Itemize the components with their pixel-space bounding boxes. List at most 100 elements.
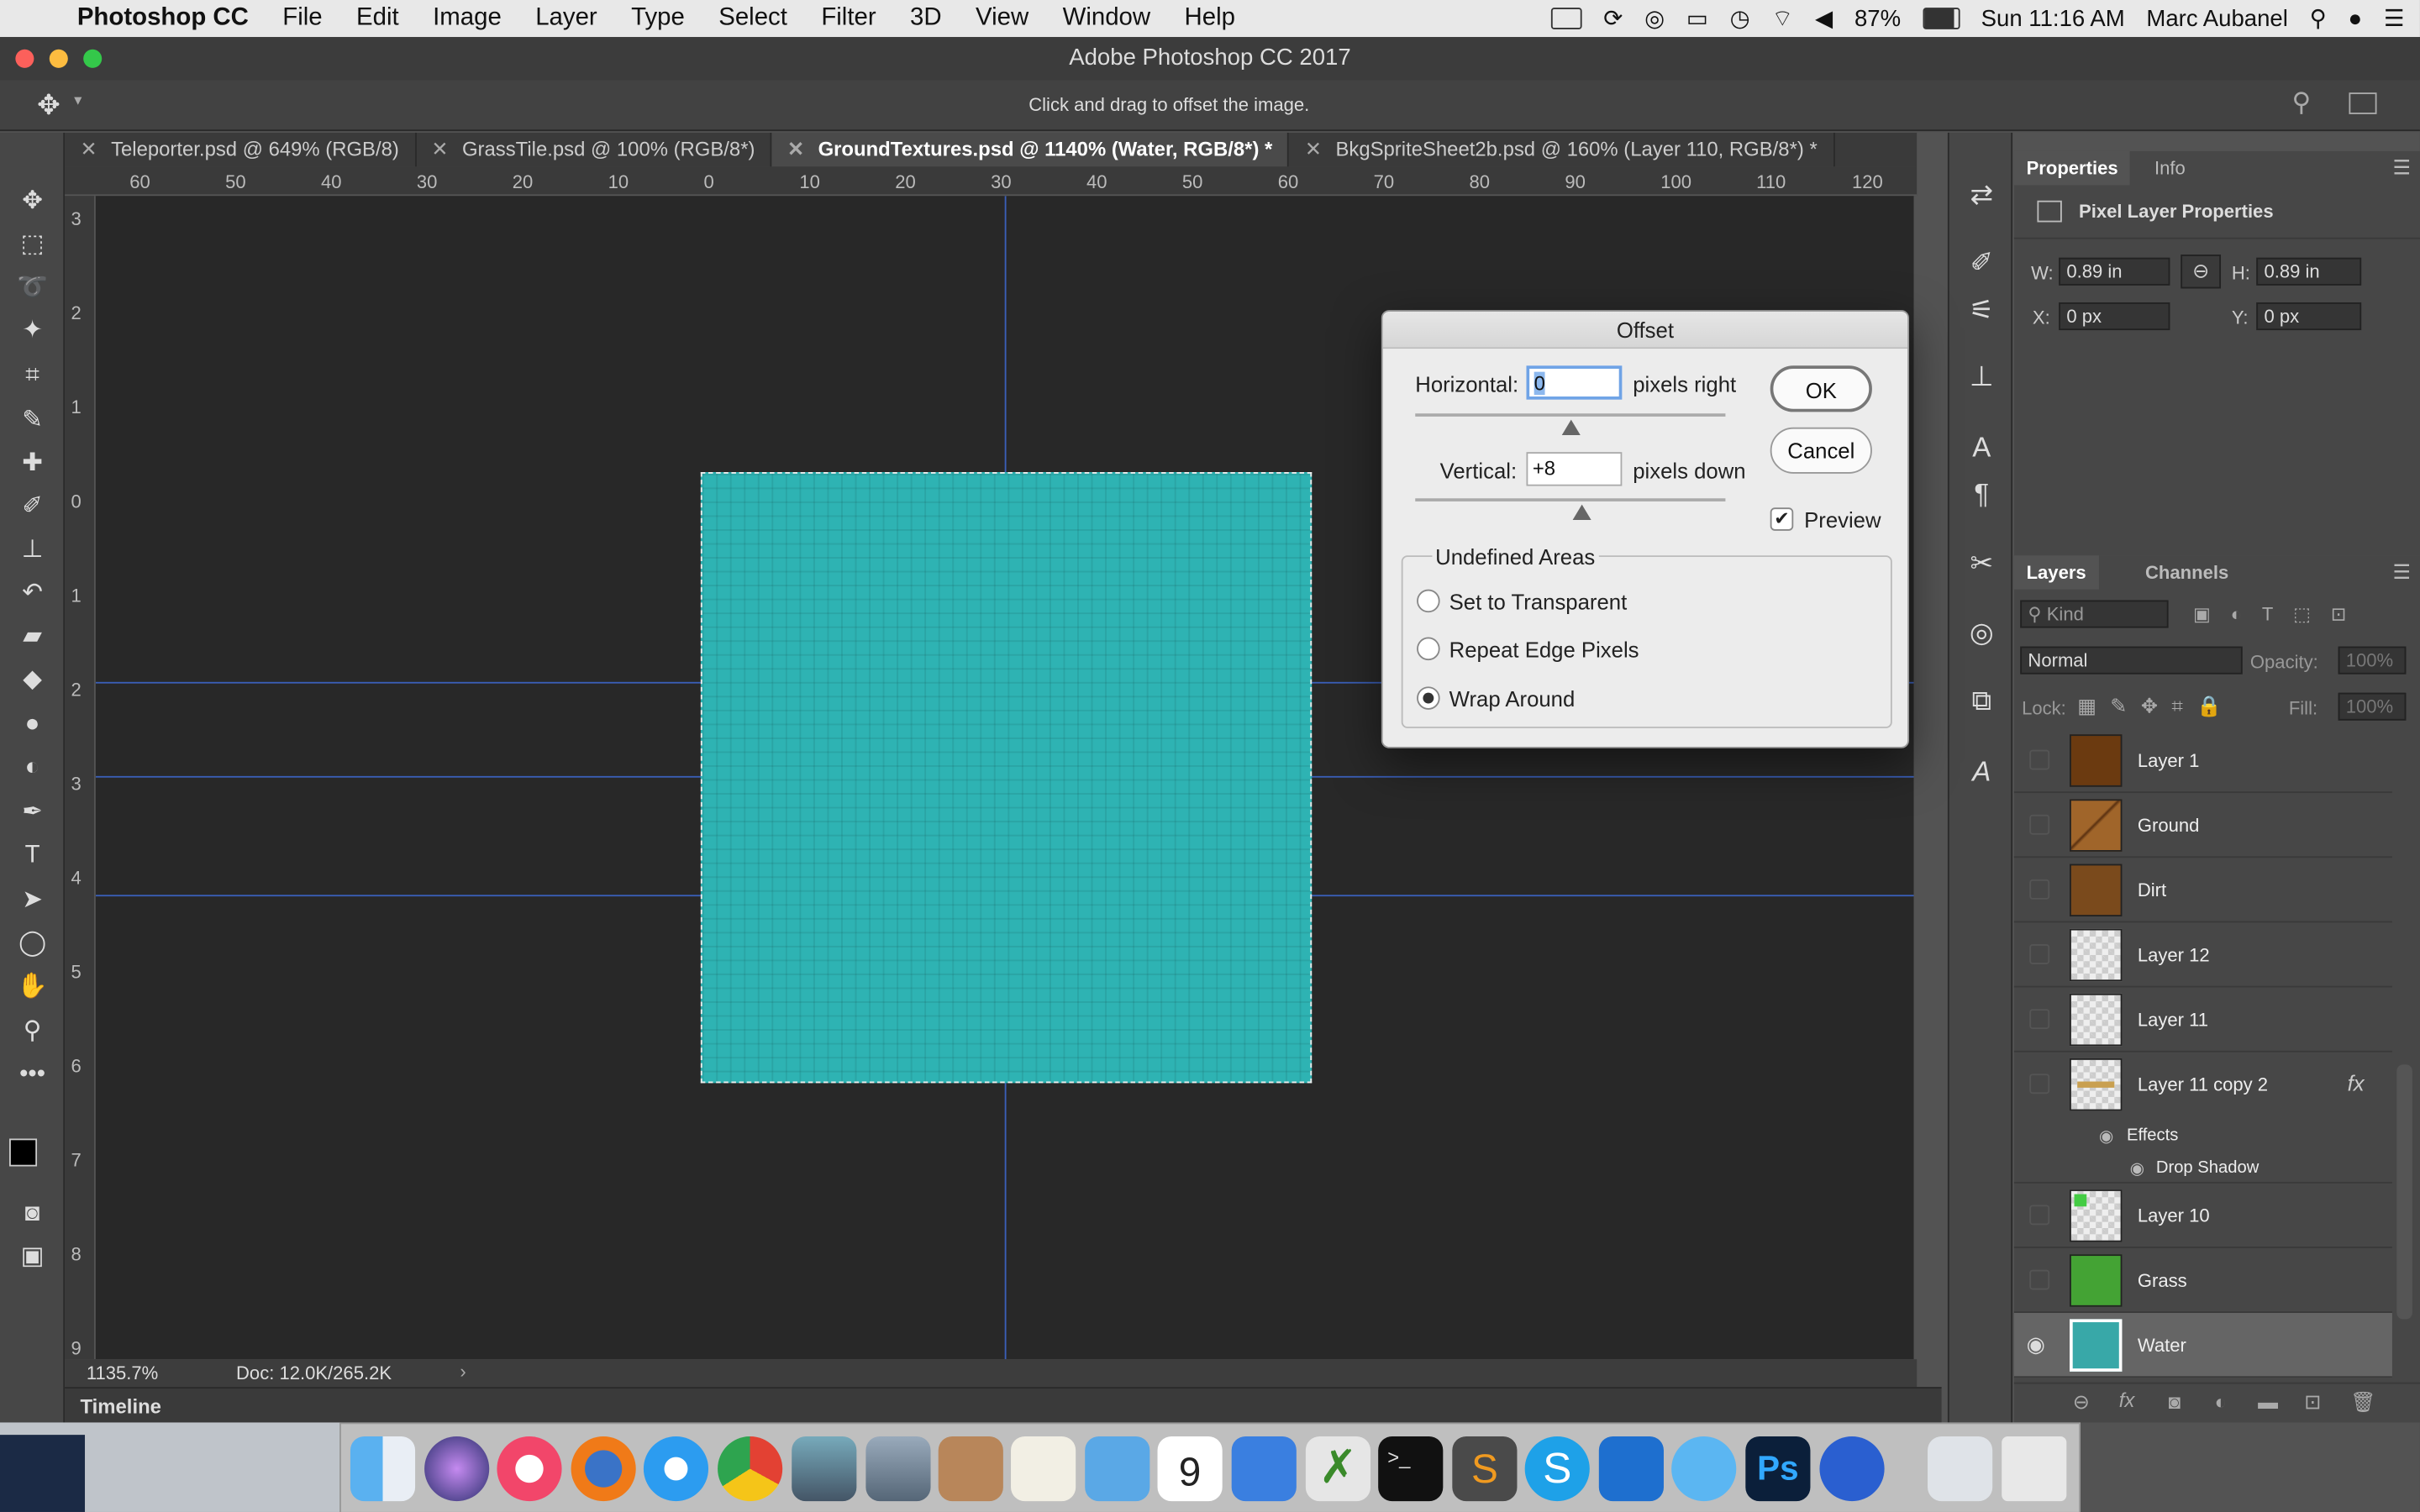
eyedropper-tool-icon[interactable]: ✎ — [14, 404, 51, 438]
quick-mask-icon[interactable]: ◙ — [14, 1197, 51, 1231]
battery-icon[interactable] — [1922, 8, 1960, 29]
sublime-text-icon[interactable]: S — [1452, 1436, 1518, 1502]
adjustments-icon[interactable]: ⧉ — [1963, 682, 2000, 719]
brush-settings-icon[interactable]: ✐ — [1963, 244, 2000, 281]
eye-icon[interactable]: ◉ — [2130, 1158, 2145, 1179]
tool-presets-icon[interactable]: ✂ — [1963, 544, 2000, 581]
vertical-input[interactable]: +8 — [1526, 452, 1623, 486]
magic-wand-tool-icon[interactable]: ✦ — [14, 315, 51, 349]
visibility-toggle[interactable] — [2029, 879, 2050, 900]
menu-edit[interactable]: Edit — [356, 5, 399, 33]
paint-bucket-tool-icon[interactable]: ◆ — [14, 664, 51, 697]
keepassx-icon[interactable]: ✗ — [1305, 1436, 1370, 1502]
fx-badge[interactable]: fx — [2348, 1071, 2365, 1095]
eye-icon[interactable]: ◉ — [2099, 1126, 2114, 1147]
siri-icon[interactable] — [424, 1436, 490, 1502]
clone-stamp-tool-icon[interactable]: ⊥ — [14, 533, 51, 567]
wifi-icon[interactable]: ⌔ — [1771, 4, 1793, 34]
lock-icons[interactable]: ▦✎✥⌗🔒 — [2077, 695, 2235, 719]
adjustment-layer-icon[interactable]: ◐ — [2215, 1390, 2227, 1414]
link-layers-icon[interactable]: ⊖ — [2073, 1390, 2090, 1415]
radio-repeat-edge-pixels[interactable] — [1417, 637, 1440, 661]
history-brush-tool-icon[interactable]: ↶ — [14, 577, 51, 611]
hand-tool-icon[interactable]: ✋ — [14, 970, 51, 1004]
add-style-icon[interactable]: fx — [2119, 1389, 2135, 1412]
visibility-toggle[interactable] — [2029, 1074, 2050, 1095]
trash-icon[interactable] — [2002, 1436, 2067, 1502]
width-field[interactable]: 0.89 in — [2059, 257, 2170, 286]
foreground-color-swatch[interactable] — [9, 1138, 38, 1167]
spotlight-search-icon[interactable]: ⚲ — [2310, 5, 2327, 32]
trash-icon[interactable]: 🗑 — [2350, 1390, 2375, 1415]
close-icon[interactable]: ✕ — [431, 137, 448, 160]
brush-tool-icon[interactable]: ✐ — [14, 491, 51, 524]
contacts-icon[interactable] — [938, 1436, 1003, 1502]
layer-row[interactable]: Layer 1 — [2013, 728, 2392, 794]
minimize-window-button[interactable] — [49, 49, 68, 68]
close-icon[interactable]: ✕ — [787, 137, 804, 160]
visibility-toggle[interactable] — [2029, 1009, 2050, 1030]
visibility-toggle[interactable] — [2029, 814, 2050, 835]
x-field[interactable]: 0 px — [2059, 302, 2170, 331]
volume-icon[interactable]: ◀ — [1815, 5, 1833, 32]
tab-layers[interactable]: Layers — [2013, 555, 2099, 590]
menu-select[interactable]: Select — [718, 5, 787, 33]
horizontal-input[interactable]: 0 — [1526, 365, 1623, 400]
vertical-slider[interactable] — [1415, 498, 1726, 501]
link-dimensions-icon[interactable]: ⊖ — [2181, 255, 2222, 289]
clone-source-icon[interactable]: ⊥ — [1963, 358, 2000, 395]
screen-recorder-icon[interactable] — [1819, 1436, 1885, 1502]
tab-info[interactable]: Info — [2142, 151, 2197, 185]
blur-tool-icon[interactable]: ● — [14, 708, 51, 742]
layers-scrollbar[interactable] — [2396, 1064, 2412, 1320]
visibility-toggle[interactable] — [2029, 1269, 2050, 1290]
parallels-icon[interactable] — [1598, 1436, 1664, 1502]
type-tool-icon[interactable]: T — [14, 839, 51, 873]
search-icon[interactable]: ⚲ — [2291, 88, 2311, 119]
tab-channels[interactable]: Channels — [2133, 555, 2241, 589]
visibility-toggle[interactable] — [2029, 749, 2050, 770]
height-field[interactable]: 0.89 in — [2256, 257, 2362, 286]
panel-menu-icon[interactable]: ☰ — [2393, 156, 2411, 181]
layer-row[interactable]: Layer 12 — [2013, 922, 2392, 988]
menu-window[interactable]: Window — [1063, 5, 1151, 33]
radio-set-to-transparent[interactable] — [1417, 589, 1440, 613]
y-field[interactable]: 0 px — [2256, 302, 2362, 331]
downloads-stack-icon[interactable] — [1928, 1436, 1993, 1502]
calendar-icon[interactable]: 9 — [1157, 1436, 1223, 1502]
preview-checkbox[interactable]: ✔ — [1770, 507, 1794, 531]
tab-properties[interactable]: Properties — [2013, 150, 2131, 186]
user-name[interactable]: Marc Aubanel — [2146, 5, 2287, 31]
eye-icon[interactable]: ◉ — [2027, 1331, 2045, 1357]
visibility-toggle[interactable] — [2029, 1205, 2050, 1226]
horizontal-slider[interactable] — [1415, 413, 1726, 417]
firefox-icon[interactable] — [571, 1436, 636, 1502]
close-icon[interactable]: ✕ — [1305, 137, 1322, 160]
zoom-window-button[interactable] — [83, 49, 103, 68]
menu-view[interactable]: View — [976, 5, 1028, 33]
photoshop-icon[interactable]: Ps — [1745, 1436, 1811, 1502]
crop-tool-icon[interactable]: ⌗ — [14, 360, 51, 393]
clock[interactable]: Sun 11:16 AM — [1981, 5, 2125, 31]
terminal-icon[interactable]: >_ — [1378, 1436, 1444, 1502]
workspace-icon[interactable] — [2349, 92, 2377, 114]
layer-row[interactable]: Dirt — [2013, 858, 2392, 923]
image-capture-icon[interactable] — [792, 1436, 857, 1502]
eraser-tool-icon[interactable]: ▰ — [14, 620, 51, 654]
timeline-panel[interactable]: Timeline — [65, 1387, 1942, 1423]
itunes-icon[interactable] — [497, 1436, 562, 1502]
move-tool-icon[interactable]: ✥ — [14, 185, 51, 218]
layer-row-selected[interactable]: ◉ Water — [2013, 1313, 2392, 1378]
xcode-icon[interactable] — [1231, 1436, 1297, 1502]
new-group-icon[interactable]: ▬ — [2258, 1390, 2278, 1414]
menu-type[interactable]: Type — [631, 5, 685, 33]
time-machine-icon[interactable]: ◷ — [1730, 5, 1750, 32]
layer-row[interactable]: Ground — [2013, 793, 2392, 858]
chevron-right-icon[interactable]: › — [460, 1361, 466, 1383]
layer-row[interactable]: Grass — [2013, 1248, 2392, 1314]
path-selection-tool-icon[interactable]: ➤ — [14, 884, 51, 917]
menu-filter[interactable]: Filter — [821, 5, 876, 33]
zoom-level[interactable]: 1135.7% — [87, 1362, 158, 1384]
chrome-icon[interactable] — [718, 1436, 783, 1502]
skype-icon[interactable]: S — [1524, 1436, 1590, 1502]
